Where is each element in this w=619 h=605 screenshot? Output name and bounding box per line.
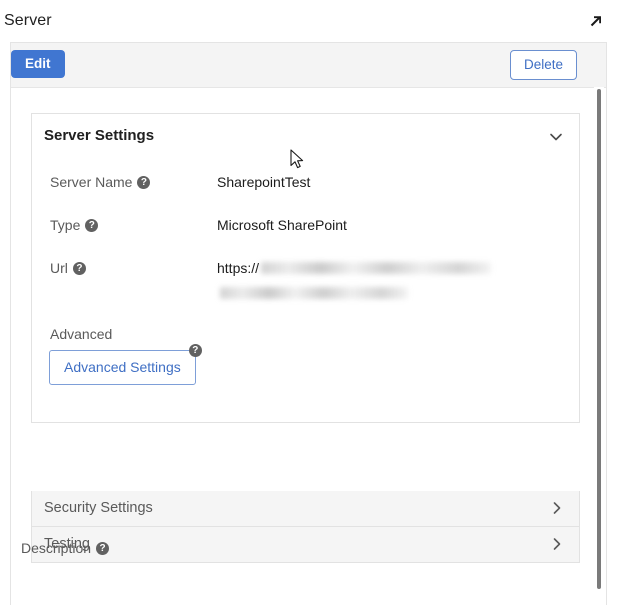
help-circle-icon-server-name[interactable]: ?: [137, 176, 150, 189]
chevron-right-icon-security[interactable]: [547, 498, 567, 518]
description-block: Description?: [21, 540, 561, 558]
help-circle-icon-advanced[interactable]: ?: [189, 344, 202, 357]
chevron-down-icon[interactable]: [545, 126, 567, 148]
page-header: Server: [0, 0, 619, 42]
label-url-text: Url: [50, 260, 68, 276]
field-row-type: Type? Microsoft SharePoint: [32, 209, 579, 252]
label-server-name: Server Name?: [50, 174, 150, 190]
server-settings-body: Server Name? SharepointTest Type? Micros…: [32, 161, 579, 422]
vertical-scrollbar[interactable]: [594, 87, 604, 605]
arrow-up-right-icon: [587, 12, 605, 30]
server-settings-header[interactable]: Server Settings: [32, 114, 579, 161]
edit-button[interactable]: Edit: [11, 50, 65, 78]
server-detail-card: Edit Delete Server Settings Server Name?: [10, 42, 607, 605]
field-row-server-name: Server Name? SharepointTest: [32, 166, 579, 209]
chevron-down-glyph: [547, 128, 565, 146]
label-advanced: Advanced: [50, 326, 112, 342]
server-settings-title: Server Settings: [44, 127, 154, 144]
value-type: Microsoft SharePoint: [217, 217, 557, 233]
help-circle-icon-description[interactable]: ?: [96, 542, 109, 555]
section-security-settings-label: Security Settings: [44, 500, 153, 516]
value-url-prefix: https://: [217, 260, 259, 276]
label-url: Url?: [50, 260, 86, 276]
help-circle-icon-type[interactable]: ?: [85, 219, 98, 232]
server-settings-panel: Server Settings Server Name? SharepointT…: [31, 113, 580, 423]
label-server-name-text: Server Name: [50, 174, 132, 190]
page-title: Server: [4, 12, 52, 30]
chevron-right-glyph-security: [548, 499, 566, 517]
label-description: Description: [21, 540, 91, 556]
value-server-name: SharepointTest: [217, 174, 557, 190]
field-row-url: Url? https://: [32, 252, 579, 314]
value-url: https://: [217, 260, 557, 299]
redacted-url-line-1: [261, 262, 491, 274]
redacted-url-line-2: [220, 287, 408, 299]
help-circle-icon-url[interactable]: ?: [73, 262, 86, 275]
scroll-body: Server Settings Server Name? SharepointT…: [11, 88, 606, 605]
advanced-row: Advanced Advanced Settings ?: [32, 326, 579, 398]
scrollbar-thumb[interactable]: [597, 89, 601, 589]
advanced-settings-button[interactable]: Advanced Settings: [49, 350, 196, 385]
label-type: Type?: [50, 217, 98, 233]
advanced-settings-wrap: Advanced Settings ?: [49, 350, 196, 385]
expand-icon[interactable]: [585, 10, 607, 32]
delete-button[interactable]: Delete: [510, 50, 577, 80]
section-security-settings[interactable]: Security Settings: [31, 491, 580, 527]
label-type-text: Type: [50, 217, 80, 233]
action-toolbar: Edit Delete: [11, 43, 606, 88]
